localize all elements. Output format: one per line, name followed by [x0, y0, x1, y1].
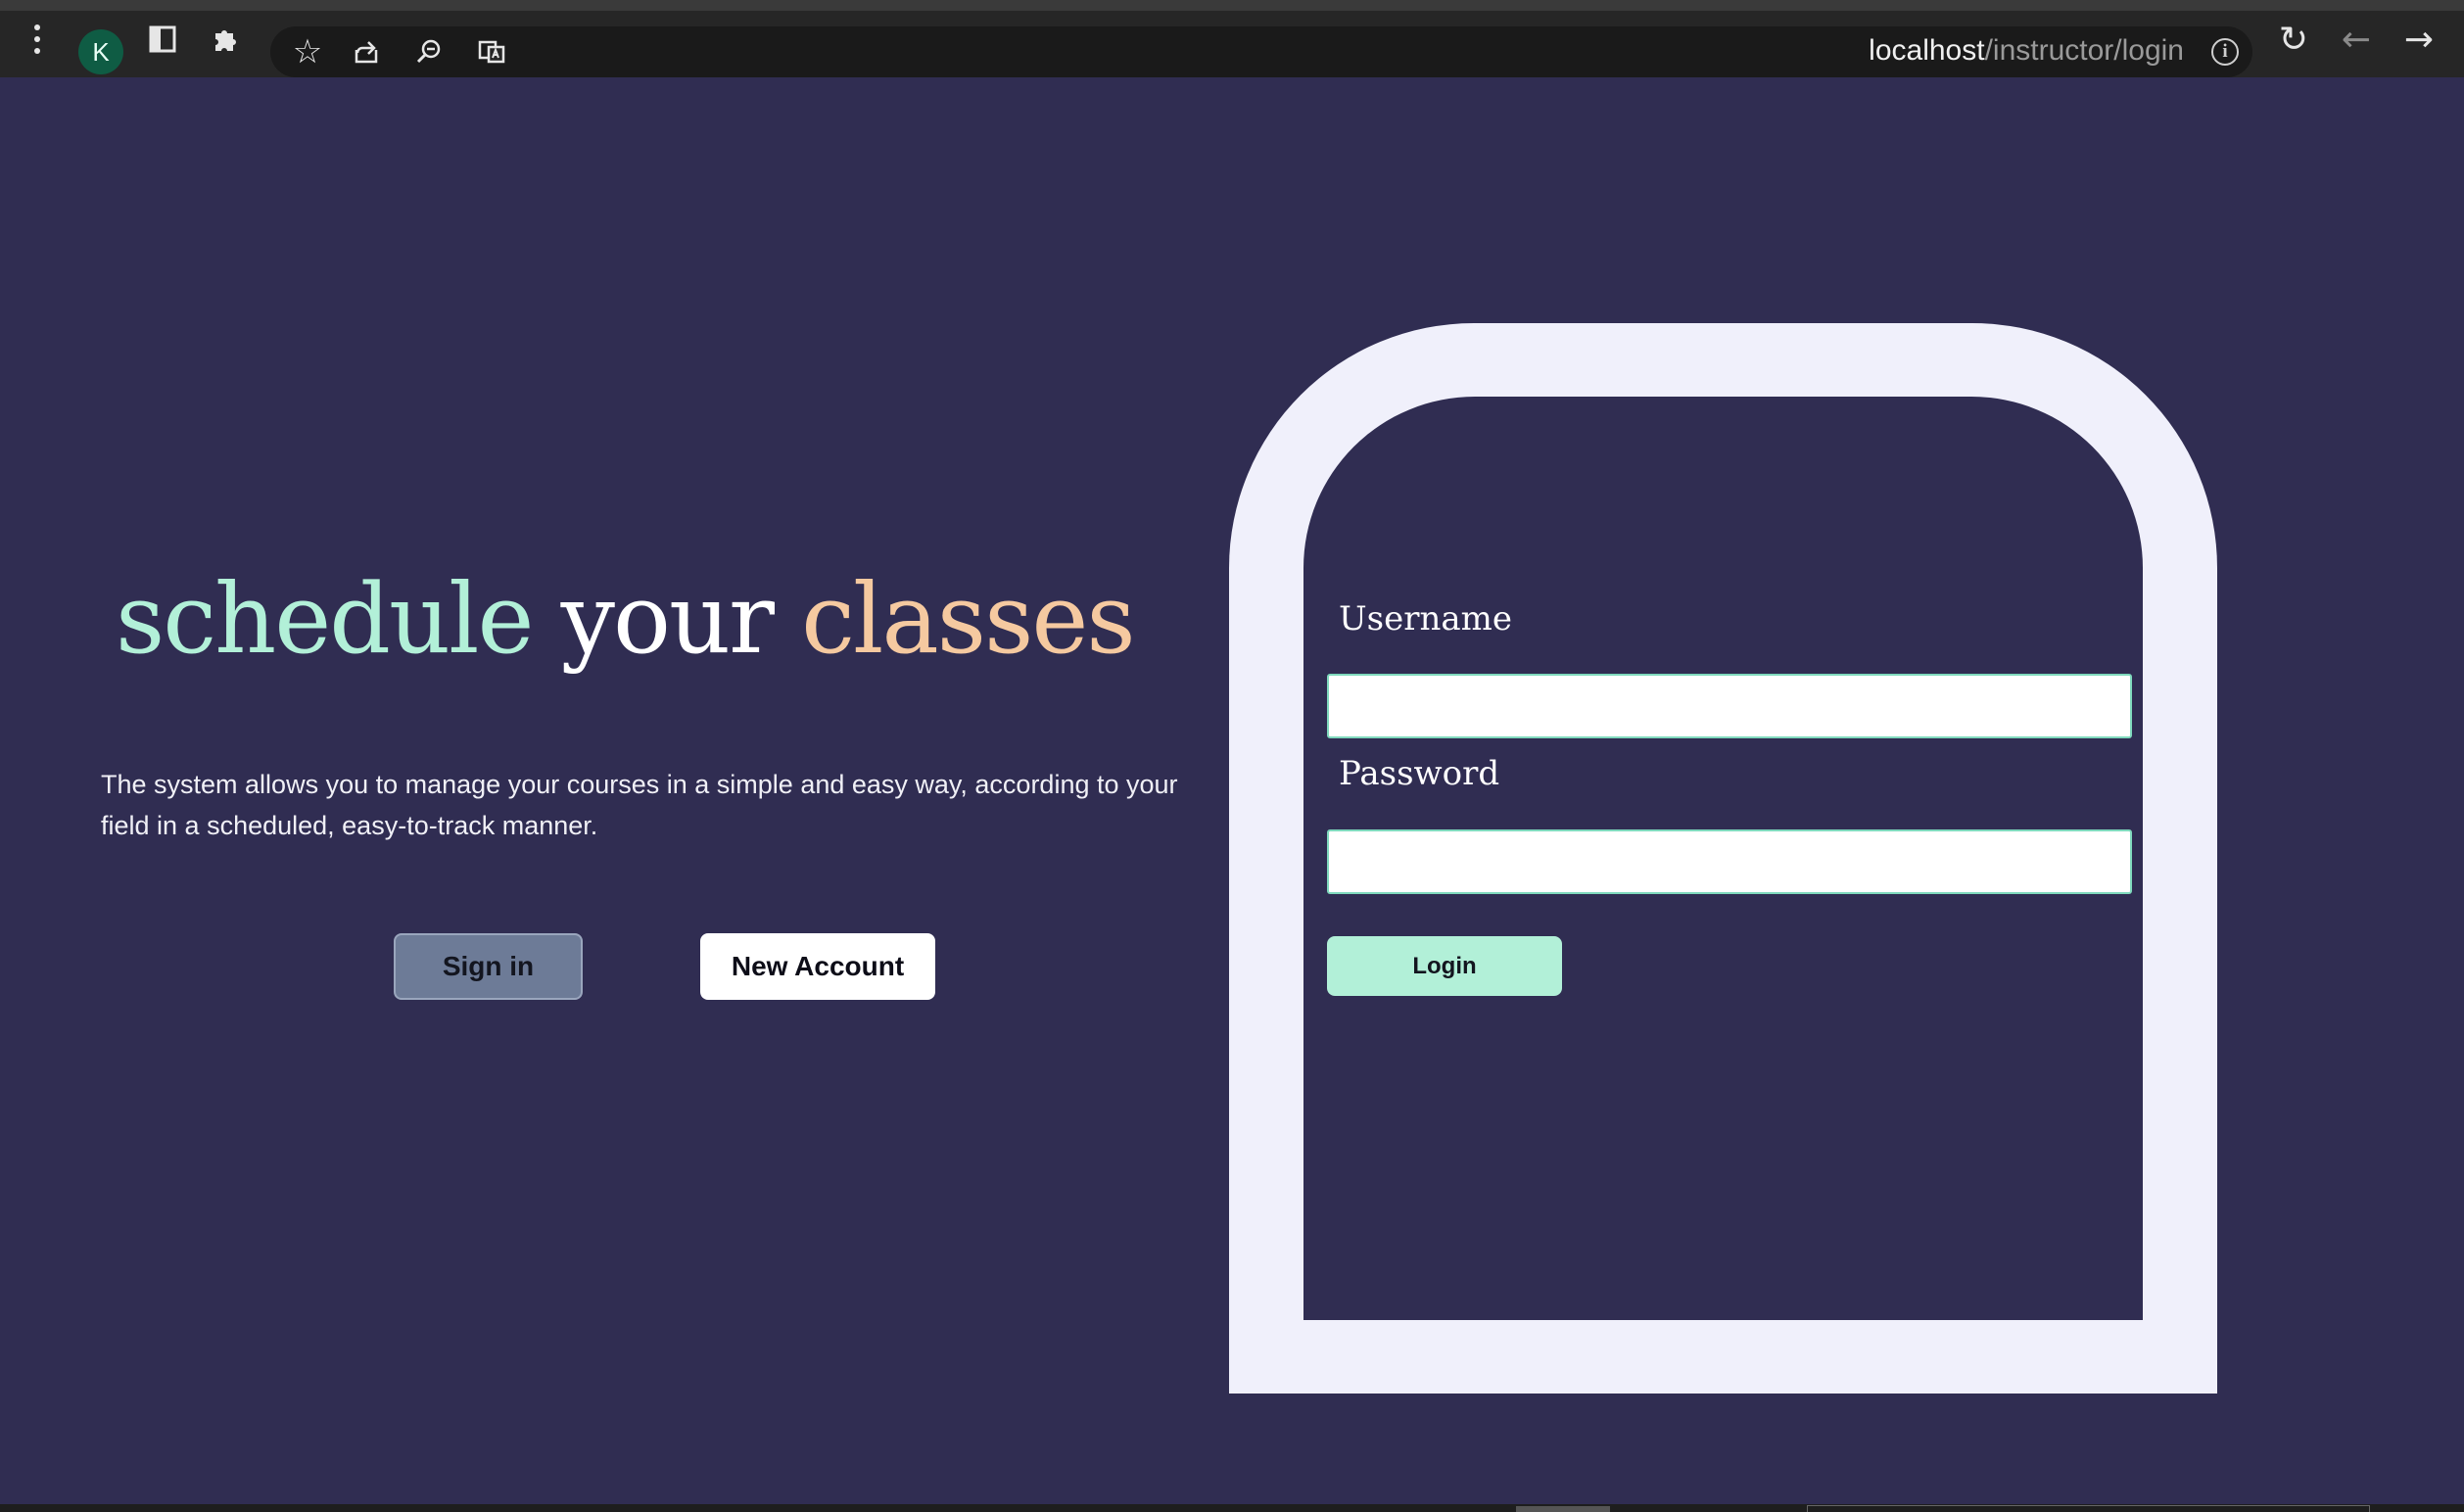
translate-icon[interactable] [470, 30, 513, 73]
new-account-button[interactable]: New Account [700, 933, 935, 1000]
share-icon[interactable] [345, 30, 388, 73]
username-label: Username [1339, 599, 1513, 638]
reload-icon[interactable]: ↻ [2272, 18, 2315, 61]
headline-word-classes: classes [801, 564, 1136, 676]
login-button[interactable]: Login [1327, 936, 1562, 996]
profile-avatar[interactable]: K [78, 29, 123, 74]
sign-in-button[interactable]: Sign in [394, 933, 583, 1000]
scrollbar-thumb[interactable] [1516, 1506, 1610, 1512]
scrollbar-track-segment [1807, 1505, 2370, 1512]
puzzle-icon[interactable] [204, 18, 247, 61]
hero-headline: schedule your classes [116, 567, 1136, 674]
username-input[interactable] [1327, 674, 2132, 738]
hero-description: The system allows you to manage your cou… [101, 770, 1178, 840]
sidebar-icon[interactable] [141, 18, 184, 61]
address-bar-url[interactable]: localhost/instructor/login [1869, 34, 2184, 68]
headline-word-schedule: schedule [116, 564, 534, 676]
forward-arrow-icon[interactable]: → [2397, 18, 2440, 61]
zoom-icon[interactable] [407, 30, 450, 73]
password-input[interactable] [1327, 829, 2132, 894]
browser-toolbar: K ☆ localhost/instructor/login i ↻ ← → [0, 0, 2464, 77]
headline-word-your: your [560, 564, 775, 676]
info-icon[interactable]: i [2211, 38, 2239, 66]
omnibox[interactable]: ☆ localhost/instructor/login i [270, 26, 2252, 77]
kebab-menu-icon[interactable] [16, 18, 59, 61]
password-label: Password [1339, 754, 1500, 793]
back-arrow-icon[interactable]: ← [2335, 18, 2378, 61]
star-icon[interactable]: ☆ [286, 30, 329, 73]
